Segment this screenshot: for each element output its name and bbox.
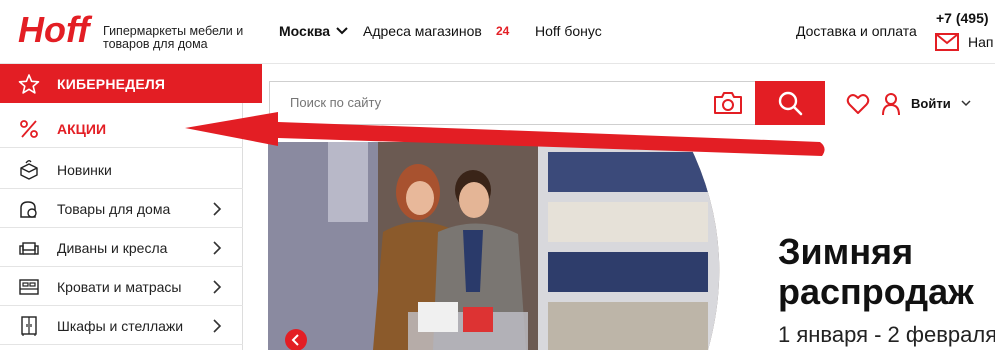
banner-title: Зимняя распродаж (778, 232, 974, 312)
site-header: Hoff Гипермаркеты мебели и товаров для д… (0, 0, 995, 64)
sidebar-item-label: Товары для дома (57, 201, 171, 217)
stores-link[interactable]: Адреса магазинов (363, 23, 482, 39)
banner-title-line2: распродаж (778, 271, 974, 312)
chevron-left-icon (291, 334, 299, 346)
camera-icon[interactable] (713, 91, 743, 115)
chevron-right-icon (213, 241, 222, 255)
banner-dates: 1 января - 2 февраля (778, 322, 995, 347)
stores-count-badge: 24 (496, 24, 510, 38)
search-input[interactable] (290, 95, 690, 110)
banner-prev-button[interactable] (285, 329, 307, 350)
sidebar-item-label: АКЦИИ (57, 121, 107, 137)
chevron-right-icon (213, 202, 222, 216)
login-label: Войти (911, 96, 951, 111)
login-button[interactable]: Войти (911, 96, 971, 111)
city-name: Москва (279, 23, 331, 39)
sofa-icon (19, 242, 39, 255)
heart-icon[interactable] (846, 93, 870, 115)
sidebar-item-wardrobes[interactable]: Шкафы и стеллажи (0, 306, 243, 345)
write-us-link[interactable]: Нап (968, 34, 993, 50)
home-goods-icon (20, 201, 37, 218)
sidebar-item-label: КИБЕРНЕДЕЛЯ (57, 76, 166, 92)
sidebar-item-label: Кровати и матрасы (57, 279, 182, 295)
chevron-right-icon (213, 319, 222, 333)
sidebar-item-home-goods[interactable]: Товары для дома (0, 189, 243, 228)
hoff-logo[interactable]: Hoff (18, 11, 98, 47)
chevron-right-icon (213, 280, 222, 294)
chevron-down-icon (336, 27, 348, 35)
sidebar-item-label: Шкафы и стеллажи (57, 318, 184, 334)
sidebar-item-new[interactable]: Новинки (0, 150, 243, 189)
city-selector[interactable]: Москва (279, 23, 348, 39)
percent-icon (20, 120, 38, 138)
sidebar-item-beds[interactable]: Кровати и матрасы (0, 267, 243, 306)
promo-banner[interactable]: Зимняя распродаж 1 января - 2 февраля (268, 142, 995, 350)
search-button[interactable] (755, 81, 825, 125)
magnifier-icon (778, 91, 803, 116)
bonus-link[interactable]: Hoff бонус (535, 23, 602, 39)
sidebar-item-label: Новинки (57, 162, 112, 178)
sidebar-item-cyberweek[interactable]: КИБЕРНЕДЕЛЯ (0, 64, 262, 103)
phone-number[interactable]: +7 (495) (936, 10, 989, 26)
logo-text: Hoff (18, 11, 92, 47)
mail-icon[interactable] (935, 33, 959, 51)
wardrobe-icon (21, 316, 37, 336)
sidebar-item-sofas[interactable]: Диваны и кресла (0, 228, 243, 267)
user-icon[interactable] (881, 92, 901, 116)
catalog-sidebar: КИБЕРНЕДЕЛЯ АКЦИИ Новинки Товары для дом… (0, 64, 262, 350)
sidebar-item-sales[interactable]: АКЦИИ (0, 109, 243, 148)
box-icon (20, 160, 38, 180)
sidebar-item-label: Диваны и кресла (57, 240, 168, 256)
site-tagline: Гипермаркеты мебели и товаров для дома (103, 24, 244, 51)
bed-icon (19, 279, 39, 295)
search-box (269, 81, 755, 125)
star-icon (18, 74, 40, 94)
banner-photo (268, 142, 720, 350)
chevron-down-icon (961, 100, 971, 107)
banner-title-line1: Зимняя (778, 231, 914, 272)
delivery-link[interactable]: Доставка и оплата (796, 23, 917, 39)
